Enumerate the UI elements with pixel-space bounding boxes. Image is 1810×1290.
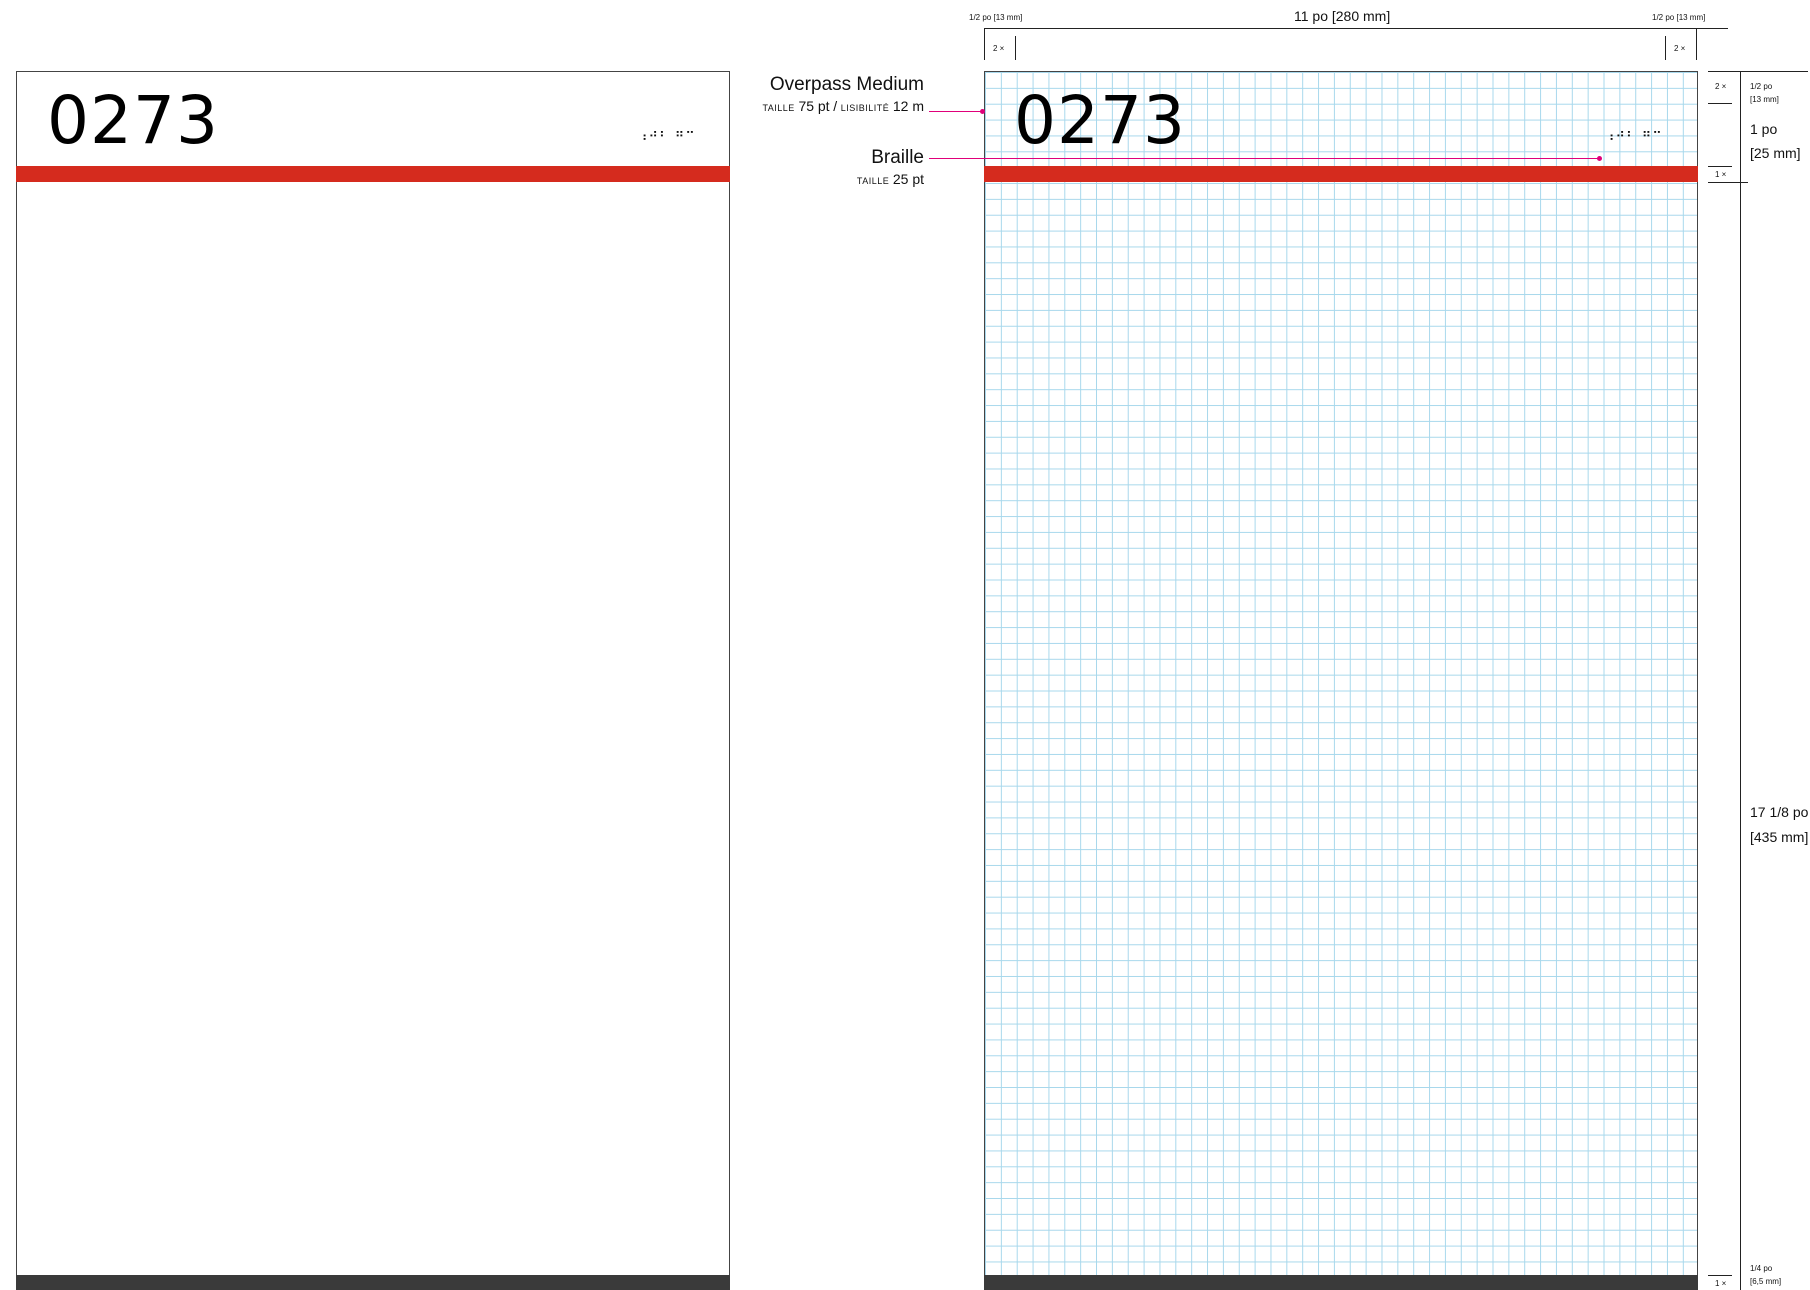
font-annotation: Overpass Medium TAILLE 75 pt / LISIBILIT… xyxy=(700,74,924,114)
braille-title: Braille xyxy=(871,147,924,168)
dim-tick-left xyxy=(984,28,985,60)
dim-top-margin-right: 1/2 po [13 mm] xyxy=(1652,13,1706,22)
dim-right-top-cap xyxy=(1708,71,1808,72)
braille-label: ⠰⠚⠃ ⠛⠉ xyxy=(638,130,696,145)
dim-right-tick-band xyxy=(1708,182,1748,183)
dim-top-margin-left: 1/2 po [13 mm] xyxy=(969,13,1023,22)
dim-right-body-2: [435 mm] xyxy=(1750,829,1809,845)
braille-leader-line xyxy=(929,158,1600,159)
red-band-grid xyxy=(984,166,1698,182)
dim-right-tick-header xyxy=(1708,166,1732,167)
braille-size-label: TAILLE xyxy=(856,176,890,186)
dim-right-body-1: 17 1/8 po xyxy=(1750,804,1809,820)
dim-top-total: 11 po [280 mm] xyxy=(1294,8,1391,24)
footer-band xyxy=(16,1275,730,1290)
dim-right-bottom-2: [6,5 mm] xyxy=(1750,1277,1782,1286)
dim-right-bottom-1: 1/4 po xyxy=(1750,1264,1773,1273)
dim-right-bottom-mult: 1 × xyxy=(1715,1279,1727,1288)
red-band xyxy=(16,166,730,182)
dim-tick-right xyxy=(1696,28,1697,60)
braille-annotation: Braille TAILLE 25 pt xyxy=(700,147,924,187)
dim-top-line xyxy=(984,28,1728,29)
font-separator: / xyxy=(833,98,838,114)
sign-preview-plain xyxy=(16,71,730,1290)
dim-top-mult-right: 2 × xyxy=(1674,44,1686,53)
dim-right-top-margin-1: 1/2 po xyxy=(1750,82,1773,91)
font-leader-line xyxy=(929,111,982,112)
dim-tick-left-inner xyxy=(1015,36,1016,60)
legibility-value: 12 m xyxy=(892,98,924,114)
font-spec: TAILLE 75 pt / LISIBILITÉ 12 m xyxy=(700,98,924,114)
braille-size-value: 25 pt xyxy=(892,171,924,187)
dim-tick-right-inner xyxy=(1665,36,1666,60)
sign-preview-grid xyxy=(984,71,1698,1290)
dim-right-header-2: [25 mm] xyxy=(1750,145,1801,161)
dim-right-line xyxy=(1740,71,1741,1290)
dim-right-band-mult: 1 × xyxy=(1715,170,1727,179)
font-name: Overpass Medium xyxy=(769,74,924,95)
braille-leader-dot xyxy=(1597,156,1602,161)
font-leader-dot xyxy=(980,109,985,114)
dim-right-header-1: 1 po xyxy=(1750,121,1778,137)
dim-right-top-mult: 2 × xyxy=(1715,82,1727,91)
font-size-label: TAILLE xyxy=(762,103,795,113)
font-size-value: 75 pt xyxy=(798,98,830,114)
dim-top-mult-left: 2 × xyxy=(993,44,1005,53)
legibility-label: LISIBILITÉ xyxy=(840,103,890,113)
dim-right-tick-bottom xyxy=(1708,1275,1732,1276)
braille-spec: TAILLE 25 pt xyxy=(700,171,924,187)
braille-label-grid: ⠰⠚⠃ ⠛⠉ xyxy=(1605,130,1663,145)
sign-number: 0273 xyxy=(47,82,219,159)
dim-right-top-margin-2: [13 mm] xyxy=(1750,95,1779,104)
footer-band-grid xyxy=(984,1275,1698,1290)
dim-right-tick-margin xyxy=(1708,103,1732,104)
sign-number-grid: 0273 xyxy=(1014,82,1186,159)
